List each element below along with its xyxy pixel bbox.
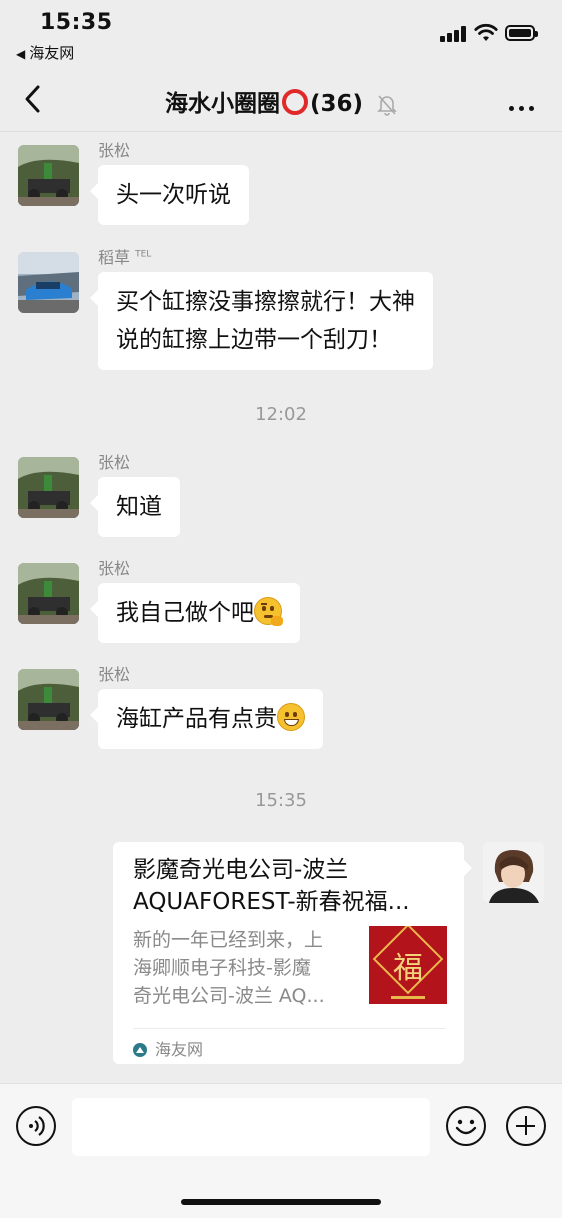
link-card-description: 新的一年已经到来，上 海卿顺电子科技-影魔 奇光电公司-波兰 AQ...	[133, 926, 353, 1010]
battery-icon	[505, 25, 538, 41]
message-input[interactable]	[72, 1098, 430, 1156]
wifi-icon	[474, 23, 498, 41]
avatar[interactable]	[18, 252, 79, 313]
chat-header: 海水小圈圈 (36)	[0, 66, 562, 132]
avatar[interactable]	[18, 457, 79, 518]
status-bar: 15:35 ◀ 海友网	[0, 0, 562, 66]
timestamp: 15:35	[255, 790, 307, 811]
source-logo-icon	[133, 1043, 147, 1057]
link-card-title: 影魔奇光电公司-波兰 AQUAFOREST-新春祝福...	[133, 854, 447, 918]
chat-input-bar	[0, 1083, 562, 1218]
sender-name: 稻草 TEL	[98, 244, 151, 268]
message-bubble[interactable]: 头一次听说	[90, 165, 249, 225]
back-app-label: 海友网	[29, 44, 75, 62]
sender-name: 张松	[98, 665, 131, 684]
back-triangle-icon: ◀	[16, 47, 26, 61]
status-time: 15:35	[40, 10, 113, 35]
link-card-title-line: 影魔奇光电公司-波兰	[133, 857, 349, 883]
message-bubble[interactable]: 知道	[90, 477, 180, 537]
message-line: 买个缸擦没事擦擦就行！大神	[116, 289, 415, 315]
member-count: (36)	[309, 91, 363, 117]
grinning-emoji-icon	[277, 703, 305, 731]
link-card-thumbnail: 福	[369, 926, 447, 1004]
sender-name: 张松	[98, 559, 131, 578]
link-card-source: 海友网	[133, 1036, 203, 1060]
voice-icon	[29, 1116, 45, 1136]
sender-badge: TEL	[135, 249, 152, 260]
avatar[interactable]	[18, 669, 79, 730]
sender-name-text: 稻草	[98, 248, 131, 267]
avatar[interactable]	[18, 145, 79, 206]
link-card-desc-line: 海卿顺电子科技-影魔	[133, 957, 311, 979]
emoji-button[interactable]	[446, 1106, 486, 1146]
message-line: 说的缸擦上边带一个刮刀！	[116, 327, 392, 353]
more-options-icon[interactable]	[504, 96, 534, 115]
avatar[interactable]	[18, 563, 79, 624]
more-functions-plus-button[interactable]	[506, 1106, 546, 1146]
back-to-app-link[interactable]: ◀ 海友网	[16, 42, 74, 63]
sender-name: 张松	[98, 141, 131, 160]
red-circle-emoji-icon	[281, 89, 308, 115]
muted-bell-icon	[377, 94, 397, 116]
cellular-signal-icon	[440, 26, 468, 42]
message-bubble[interactable]: 买个缸擦没事擦擦就行！大神 说的缸擦上边带一个刮刀！	[90, 272, 433, 370]
message-bubble[interactable]: 我自己做个吧	[90, 583, 300, 643]
chat-title: 海水小圈圈 (36)	[0, 84, 562, 118]
thumbnail-fu-character: 福	[393, 951, 423, 986]
my-avatar[interactable]	[483, 842, 544, 903]
home-indicator	[181, 1199, 381, 1205]
message-bubble[interactable]: 海缸产品有点贵	[90, 689, 323, 749]
sender-name: 张松	[98, 453, 131, 472]
link-card-desc-line: 新的一年已经到来，上	[133, 929, 324, 951]
message-text: 海缸产品有点贵	[116, 706, 277, 732]
source-label: 海友网	[155, 1040, 204, 1059]
thinking-emoji-icon	[254, 597, 283, 626]
voice-input-button[interactable]	[16, 1106, 56, 1146]
group-name: 海水小圈圈	[164, 91, 280, 117]
link-card-message[interactable]: 影魔奇光电公司-波兰 AQUAFOREST-新春祝福... 新的一年已经到来，上…	[113, 842, 472, 1064]
timestamp: 12:02	[255, 404, 307, 425]
link-card-title-line: AQUAFOREST-新春祝福...	[133, 889, 410, 915]
divider	[133, 1028, 446, 1029]
smiley-icon	[455, 1119, 477, 1135]
message-text: 我自己做个吧	[116, 600, 254, 626]
link-card-desc-line: 奇光电公司-波兰 AQ...	[133, 985, 325, 1007]
